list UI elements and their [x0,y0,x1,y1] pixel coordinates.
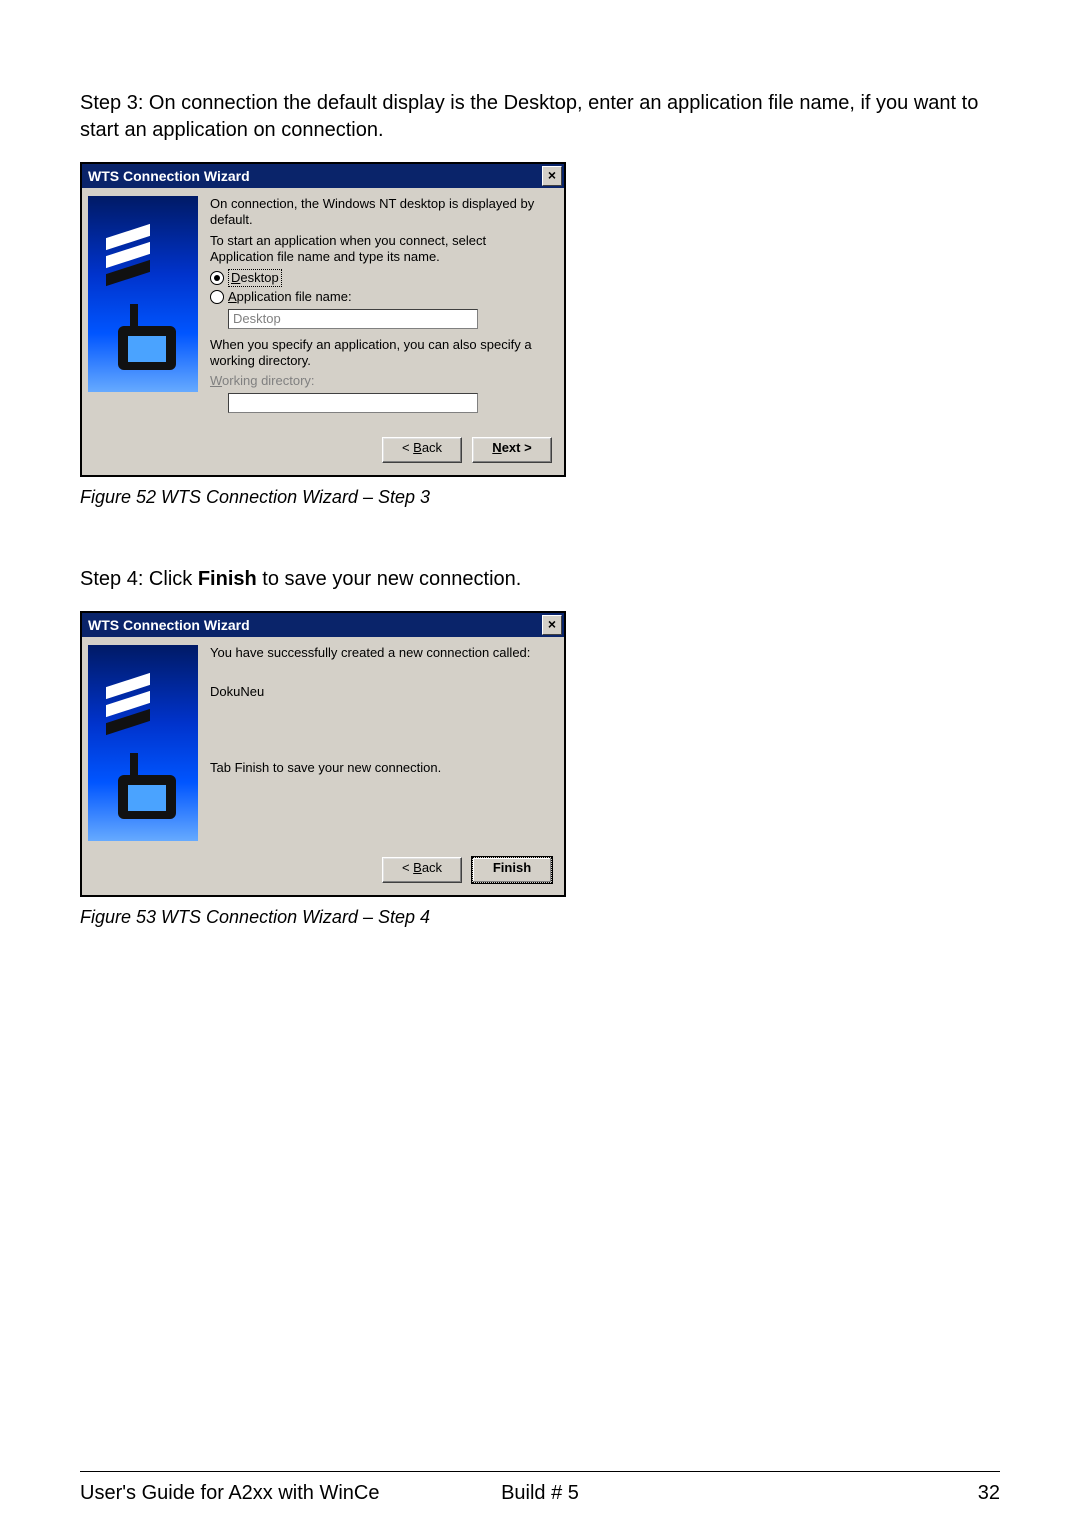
close-icon[interactable]: × [542,166,562,186]
next-button[interactable]: Next > [472,437,552,463]
app-filename-field[interactable]: Desktop [228,309,478,329]
dialog-title: WTS Connection Wizard [88,617,250,633]
button-row: < Back Finish [82,847,564,895]
radio-icon [210,271,224,285]
back-button[interactable]: < Back [382,437,462,463]
finish-button[interactable]: Finish [472,857,552,883]
radio-app-label: pplication file name: [237,289,352,304]
radio-desktop[interactable]: Desktop [210,269,552,287]
page-footer: User's Guide for A2xx with WinCe Build #… [80,1482,1000,1505]
dialog-text-panel: You have successfully created a new conn… [210,645,552,841]
working-dir-label: Working directory: [210,373,552,389]
dialog-content: You have successfully created a new conn… [82,637,564,847]
footer-divider [80,1471,1000,1472]
wizard-dialog-step3: WTS Connection Wizard × On connection, t… [80,162,566,477]
wizard-side-graphic [88,196,198,392]
figure-53-caption: Figure 53 WTS Connection Wizard – Step 4 [80,907,1000,928]
document-page: Step 3: On connection the default displa… [0,0,1080,1527]
titlebar: WTS Connection Wizard × [82,164,564,188]
dialog-title: WTS Connection Wizard [88,168,250,184]
dialog-text-panel: On connection, the Windows NT desktop is… [210,196,552,421]
wizard-side-graphic [88,645,198,841]
titlebar: WTS Connection Wizard × [82,613,564,637]
footer-center: Build # 5 [80,1482,1000,1505]
connection-name: DokuNeu [210,684,552,700]
figure-52-caption: Figure 52 WTS Connection Wizard – Step 3 [80,487,1000,508]
radio-icon [210,290,224,304]
info-text-2: To start an application when you connect… [210,233,552,266]
finish-hint: Tab Finish to save your new connection. [210,760,552,776]
dialog-content: On connection, the Windows NT desktop is… [82,188,564,427]
success-text: You have successfully created a new conn… [210,645,552,661]
step3-text: Step 3: On connection the default displa… [80,90,1000,144]
info-text-1: On connection, the Windows NT desktop is… [210,196,552,229]
radio-desktop-label: esktop [240,270,278,285]
info-text-3: When you specify an application, you can… [210,337,552,370]
working-dir-field[interactable] [228,393,478,413]
radio-app-file[interactable]: Application file name: [210,289,552,305]
close-icon[interactable]: × [542,615,562,635]
button-row: < Back Next > [82,427,564,475]
back-button[interactable]: < Back [382,857,462,883]
wizard-dialog-step4: WTS Connection Wizard × You have success… [80,611,566,897]
step4-text: Step 4: Click Finish to save your new co… [80,566,1000,593]
radio-desktop-accel: D [231,270,240,285]
radio-app-accel: A [228,289,237,304]
